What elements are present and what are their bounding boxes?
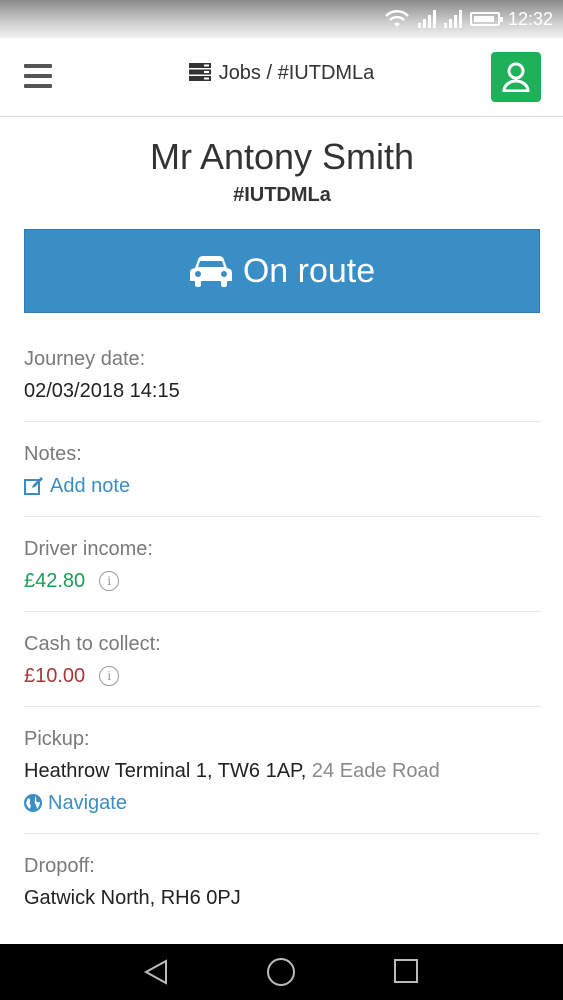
info-icon[interactable]: i (99, 571, 120, 591)
pickup-address-extra: 24 Eade Road (311, 760, 440, 782)
add-note-link[interactable]: Add note (24, 474, 540, 498)
driver-income-row: Driver income: £42.80 i (24, 517, 540, 612)
clock: 12:32 (507, 8, 553, 29)
breadcrumb-text[interactable]: Jobs / #IUTDMLa (219, 62, 375, 84)
status-button[interactable]: On route (24, 229, 540, 313)
home-icon[interactable] (266, 958, 296, 988)
journey-date-row: Journey date: 02/03/2018 14:15 (24, 313, 540, 422)
navigate-link[interactable]: Navigate (24, 791, 540, 815)
globe-icon (24, 794, 42, 812)
notes-label: Notes: (24, 443, 82, 465)
customer-name: Mr Antony Smith (149, 136, 415, 177)
status-bar: 12:32 (0, 0, 563, 38)
system-nav-bar (0, 944, 563, 1000)
dropoff-label: Dropoff: (24, 855, 95, 877)
navigate-label: Navigate (48, 792, 127, 814)
journey-date-value: 02/03/2018 14:15 (24, 380, 180, 402)
app-header: Jobs / #IUTDMLa (0, 38, 563, 117)
edit-icon (24, 477, 43, 495)
cash-value: £10.00 (24, 665, 86, 687)
cash-label: Cash to collect: (24, 633, 161, 655)
pickup-label: Pickup: (24, 728, 90, 750)
pickup-row: Pickup: Heathrow Terminal 1, TW6 1AP, 24… (24, 707, 540, 834)
breadcrumb: Jobs / #IUTDMLa (0, 62, 563, 85)
driver-income-label: Driver income: (24, 538, 153, 560)
info-icon[interactable]: i (99, 666, 120, 686)
pickup-address: Heathrow Terminal 1, TW6 1AP, (24, 760, 307, 782)
dropoff-row: Dropoff: Gatwick North, RH6 0PJ (24, 834, 540, 928)
server-icon (188, 63, 211, 81)
job-details: Mr Antony Smith #IUTDMLa On route Journe… (24, 116, 540, 928)
recents-icon[interactable] (393, 958, 419, 986)
pickup-address-wrap: Heathrow Terminal 1, TW6 1AP, 24 Eade Ro… (24, 759, 540, 783)
dropoff-address: Gatwick North, RH6 0PJ (24, 887, 241, 909)
cash-value-wrap: £10.00 i (24, 664, 540, 688)
battery-icon (469, 12, 503, 26)
status-icons: 12:32 (384, 8, 553, 30)
profile-button[interactable] (491, 52, 541, 102)
job-reference: #IUTDMLa (233, 184, 331, 206)
signal-icon-2 (443, 10, 462, 28)
car-icon (189, 256, 232, 287)
notes-row: Notes: Add note (24, 422, 540, 517)
driver-income-value: £42.80 (24, 570, 86, 592)
back-icon[interactable] (142, 958, 170, 986)
driver-income-value-wrap: £42.80 i (24, 569, 540, 593)
add-note-label: Add note (50, 475, 131, 497)
wifi-icon (385, 9, 409, 27)
signal-icon (417, 10, 436, 28)
journey-date-label: Journey date: (24, 348, 146, 370)
status-label: On route (242, 251, 376, 290)
cash-row: Cash to collect: £10.00 i (24, 612, 540, 707)
user-icon (502, 62, 530, 92)
